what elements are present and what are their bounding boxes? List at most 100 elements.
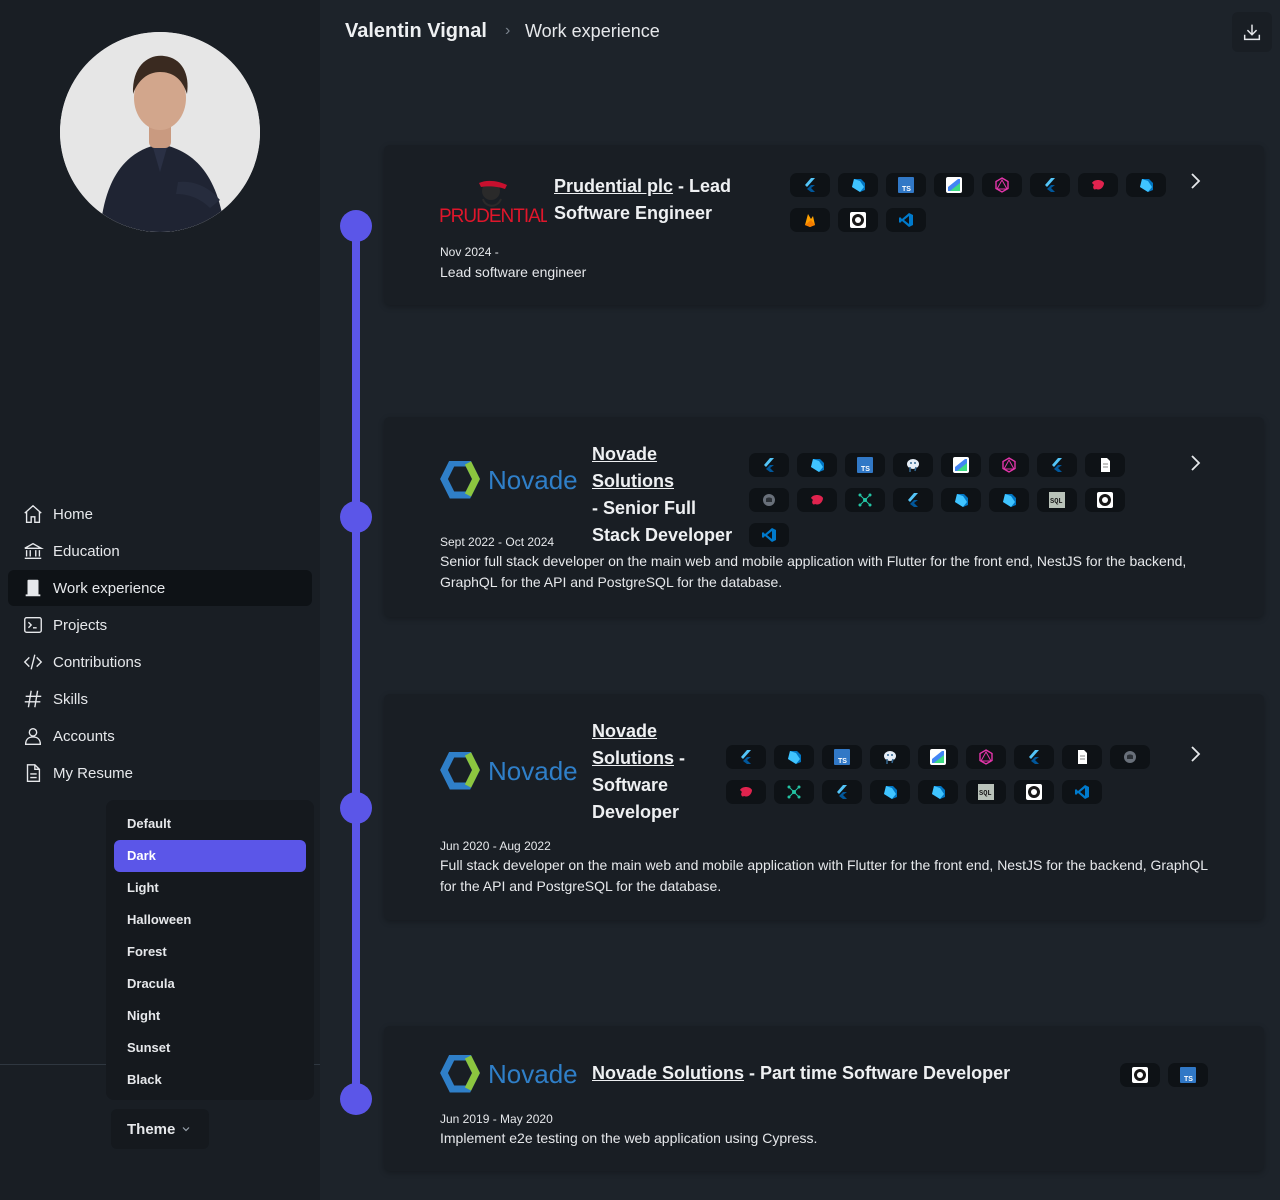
- code-icon: [21, 650, 45, 674]
- download-button[interactable]: [1232, 12, 1272, 52]
- tech-badge[interactable]: [1126, 173, 1166, 197]
- tech-badge[interactable]: [941, 453, 981, 477]
- tech-badge[interactable]: [797, 488, 837, 512]
- tech-badge[interactable]: [982, 173, 1022, 197]
- user-icon: [21, 724, 45, 748]
- tech-badge[interactable]: [941, 488, 981, 512]
- experience-title: Novade Solutions - Part time Software De…: [592, 1060, 1112, 1087]
- github-icon: [850, 212, 866, 228]
- tech-badge[interactable]: [1085, 453, 1125, 477]
- tech-badge[interactable]: SQL: [966, 780, 1006, 804]
- theme-option-forest[interactable]: Forest: [114, 936, 306, 968]
- theme-option-default[interactable]: Default: [114, 808, 306, 840]
- tech-badge[interactable]: [1062, 780, 1102, 804]
- nav-item-home[interactable]: Home: [8, 496, 312, 532]
- chevron-right-icon: [1191, 455, 1201, 471]
- cypress-icon: [761, 492, 777, 508]
- sql-icon: SQL: [978, 784, 994, 800]
- graphql-icon: [978, 749, 994, 765]
- company-link[interactable]: Novade Solutions: [592, 1063, 744, 1083]
- theme-option-halloween[interactable]: Halloween: [114, 904, 306, 936]
- tech-badge[interactable]: [790, 173, 830, 197]
- role-text: - Part time Software Developer: [744, 1063, 1011, 1083]
- expand-button[interactable]: [1185, 171, 1205, 191]
- tech-badge[interactable]: TS: [845, 453, 885, 477]
- theme-option-sunset[interactable]: Sunset: [114, 1032, 306, 1064]
- company-link[interactable]: Novade Solutions: [592, 444, 674, 491]
- nav-item-skills[interactable]: Skills: [8, 681, 312, 717]
- tech-badge[interactable]: [934, 173, 974, 197]
- nav-item-accounts[interactable]: Accounts: [8, 718, 312, 754]
- tech-badge[interactable]: [989, 488, 1029, 512]
- expand-button[interactable]: [1185, 453, 1205, 473]
- tech-badge[interactable]: [822, 780, 862, 804]
- tech-badge[interactable]: [1014, 780, 1054, 804]
- company-link-line1[interactable]: Novade: [592, 721, 657, 741]
- nav-item-label: Contributions: [53, 653, 142, 671]
- tech-badge[interactable]: [774, 745, 814, 769]
- tech-badge[interactable]: [966, 745, 1006, 769]
- nav-item-projects[interactable]: Projects: [8, 607, 312, 643]
- tech-badge[interactable]: [749, 488, 789, 512]
- flutter-icon: [1026, 749, 1042, 765]
- tech-badge[interactable]: [749, 523, 789, 547]
- tech-badge[interactable]: [886, 208, 926, 232]
- nav-item-my-resume[interactable]: My Resume: [8, 755, 312, 791]
- tech-badge[interactable]: [1110, 745, 1150, 769]
- tech-badge[interactable]: [790, 208, 830, 232]
- tech-badge[interactable]: [726, 780, 766, 804]
- file-icon: [1074, 749, 1090, 765]
- tech-badge[interactable]: [1078, 173, 1118, 197]
- theme-option-night[interactable]: Night: [114, 1000, 306, 1032]
- nav-item-education[interactable]: Education: [8, 533, 312, 569]
- tech-badge[interactable]: [1014, 745, 1054, 769]
- novade-logo: Novade: [440, 459, 590, 501]
- avatar: [60, 32, 260, 232]
- tech-badge[interactable]: [870, 780, 910, 804]
- tech-badge[interactable]: [838, 173, 878, 197]
- tech-badge[interactable]: TS: [822, 745, 862, 769]
- nav-item-work-experience[interactable]: Work experience: [8, 570, 312, 606]
- tech-badge[interactable]: [1062, 745, 1102, 769]
- tech-badge[interactable]: [1120, 1063, 1160, 1087]
- tech-badge[interactable]: [749, 453, 789, 477]
- tech-badge[interactable]: [918, 745, 958, 769]
- company-link-line2[interactable]: Solutions: [592, 748, 674, 768]
- chevron-down-icon: [182, 1127, 190, 1132]
- theme-option-light[interactable]: Light: [114, 872, 306, 904]
- theme-option-dracula[interactable]: Dracula: [114, 968, 306, 1000]
- breadcrumb-home[interactable]: Valentin Vignal: [345, 20, 487, 43]
- tech-badge[interactable]: [870, 745, 910, 769]
- tech-badge[interactable]: [726, 745, 766, 769]
- theme-option-black[interactable]: Black: [114, 1064, 306, 1096]
- tech-badge[interactable]: [838, 208, 878, 232]
- novade-logo: Novade: [440, 750, 590, 792]
- tech-badge[interactable]: [989, 453, 1029, 477]
- company-link[interactable]: Prudential plc: [554, 176, 673, 196]
- tech-badge[interactable]: TS: [1168, 1063, 1208, 1087]
- tech-badge[interactable]: [845, 488, 885, 512]
- experience-description: Senior full stack developer on the main …: [440, 553, 1187, 590]
- flutter-icon: [738, 749, 754, 765]
- theme-option-dark[interactable]: Dark: [114, 840, 306, 872]
- file-icon: [1097, 457, 1113, 473]
- tech-badge[interactable]: [918, 780, 958, 804]
- tech-badge[interactable]: [774, 780, 814, 804]
- download-icon: [1243, 24, 1261, 41]
- tech-badge[interactable]: [1037, 453, 1077, 477]
- tech-badge[interactable]: SQL: [1037, 488, 1077, 512]
- svg-text:TS: TS: [838, 758, 847, 765]
- tech-badge[interactable]: [1030, 173, 1070, 197]
- tech-badge[interactable]: [893, 453, 933, 477]
- terminal-icon: [21, 613, 45, 637]
- divider: [0, 1064, 106, 1065]
- nav-item-contributions[interactable]: Contributions: [8, 644, 312, 680]
- tech-badge[interactable]: [1085, 488, 1125, 512]
- tech-badge[interactable]: TS: [886, 173, 926, 197]
- theme-button[interactable]: Theme: [111, 1109, 209, 1149]
- expand-button[interactable]: [1185, 744, 1205, 764]
- tech-badge[interactable]: [893, 488, 933, 512]
- role-text: Software Engineer: [554, 203, 713, 223]
- tech-list: TS: [1120, 1063, 1220, 1087]
- tech-badge[interactable]: [797, 453, 837, 477]
